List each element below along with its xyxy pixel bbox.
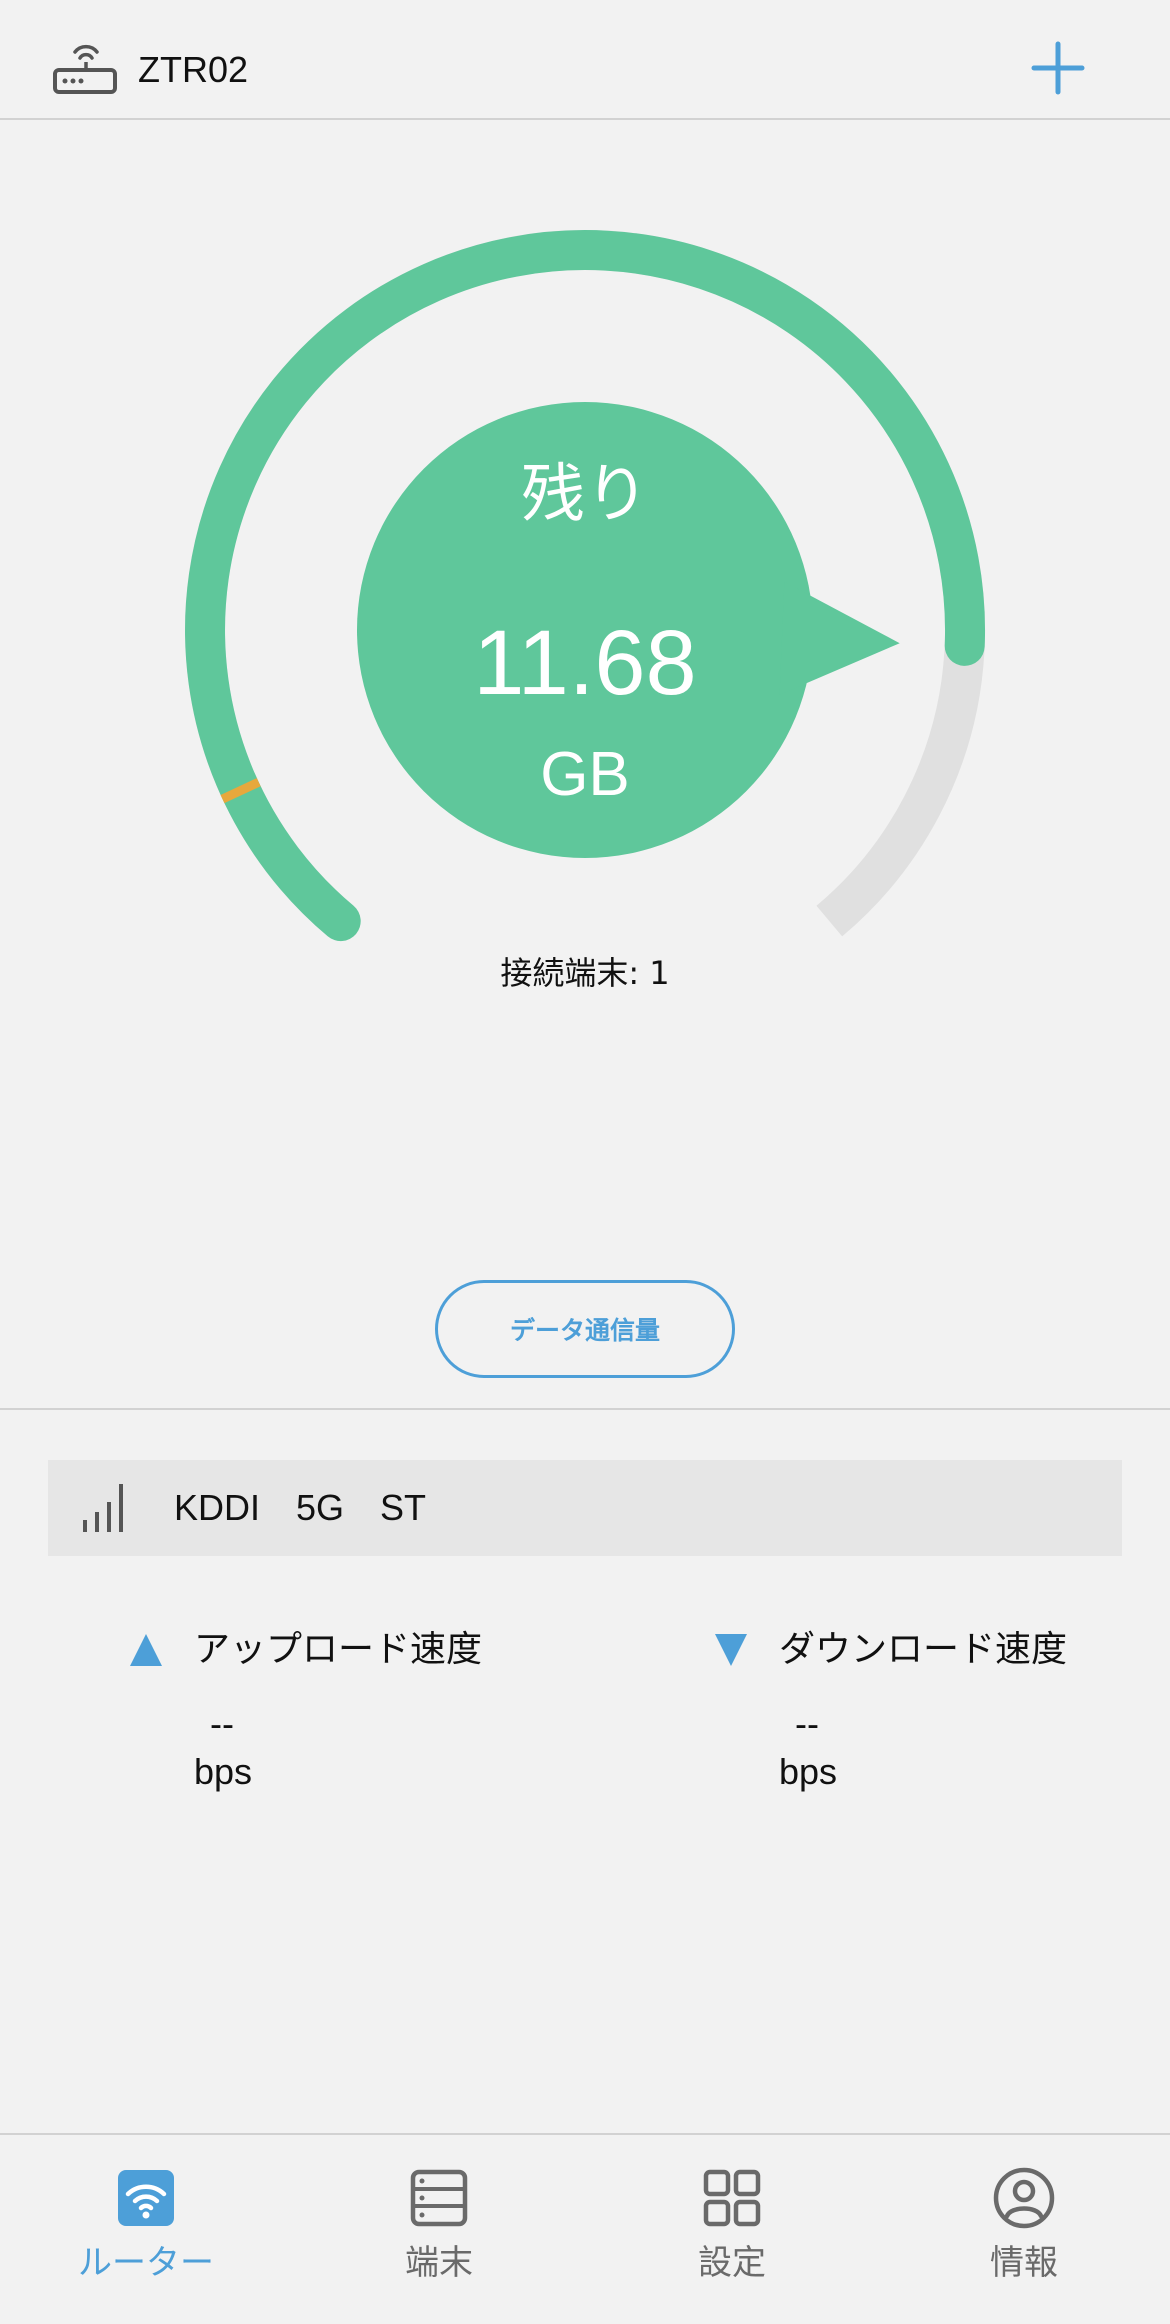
router-icon (53, 44, 117, 94)
tab-devices[interactable]: 端末 (339, 2160, 539, 2300)
remaining-label: 残り (521, 458, 649, 532)
upload-speed-value: -- (210, 1703, 234, 1744)
remaining-unit: GB (540, 740, 630, 809)
network-status: ST (380, 1487, 427, 1528)
user-circle-icon (993, 2167, 1055, 2229)
connected-devices: 接続端末: 1 (500, 954, 670, 992)
device-list-icon (410, 2169, 468, 2227)
data-remaining-gauge (185, 230, 986, 942)
tab-settings[interactable]: 設定 (632, 2160, 832, 2300)
section-divider (0, 1408, 1170, 1410)
grid-icon (703, 2169, 761, 2227)
remaining-value: 11.68 (473, 612, 697, 714)
upload-speed-label: アップロード速度 (194, 1629, 483, 1670)
tab-label: 情報 (990, 2243, 1058, 2283)
tab-info[interactable]: 情報 (924, 2160, 1124, 2300)
upload-arrow-icon (130, 1634, 162, 1666)
upload-speed-unit: bps (194, 1751, 253, 1792)
carrier-name: KDDI (174, 1487, 261, 1528)
download-arrow-icon (715, 1634, 747, 1666)
signal-icon (83, 1484, 123, 1532)
plus-icon[interactable] (1030, 40, 1086, 96)
data-usage-button[interactable]: データ通信量 (435, 1280, 735, 1378)
gauge-pointer (779, 581, 900, 695)
tab-label: 設定 (698, 2243, 766, 2283)
tab-router[interactable]: ルーター (46, 2160, 246, 2300)
download-speed-unit: bps (779, 1751, 838, 1792)
tab-label: ルーター (78, 2243, 214, 2283)
network-mode: 5G (296, 1487, 345, 1528)
device-name[interactable]: ZTR02 (138, 42, 248, 98)
download-speed-label: ダウンロード速度 (779, 1629, 1068, 1670)
download-speed-value: -- (795, 1703, 819, 1744)
wifi-icon (118, 2170, 174, 2226)
tab-label: 端末 (405, 2243, 473, 2283)
